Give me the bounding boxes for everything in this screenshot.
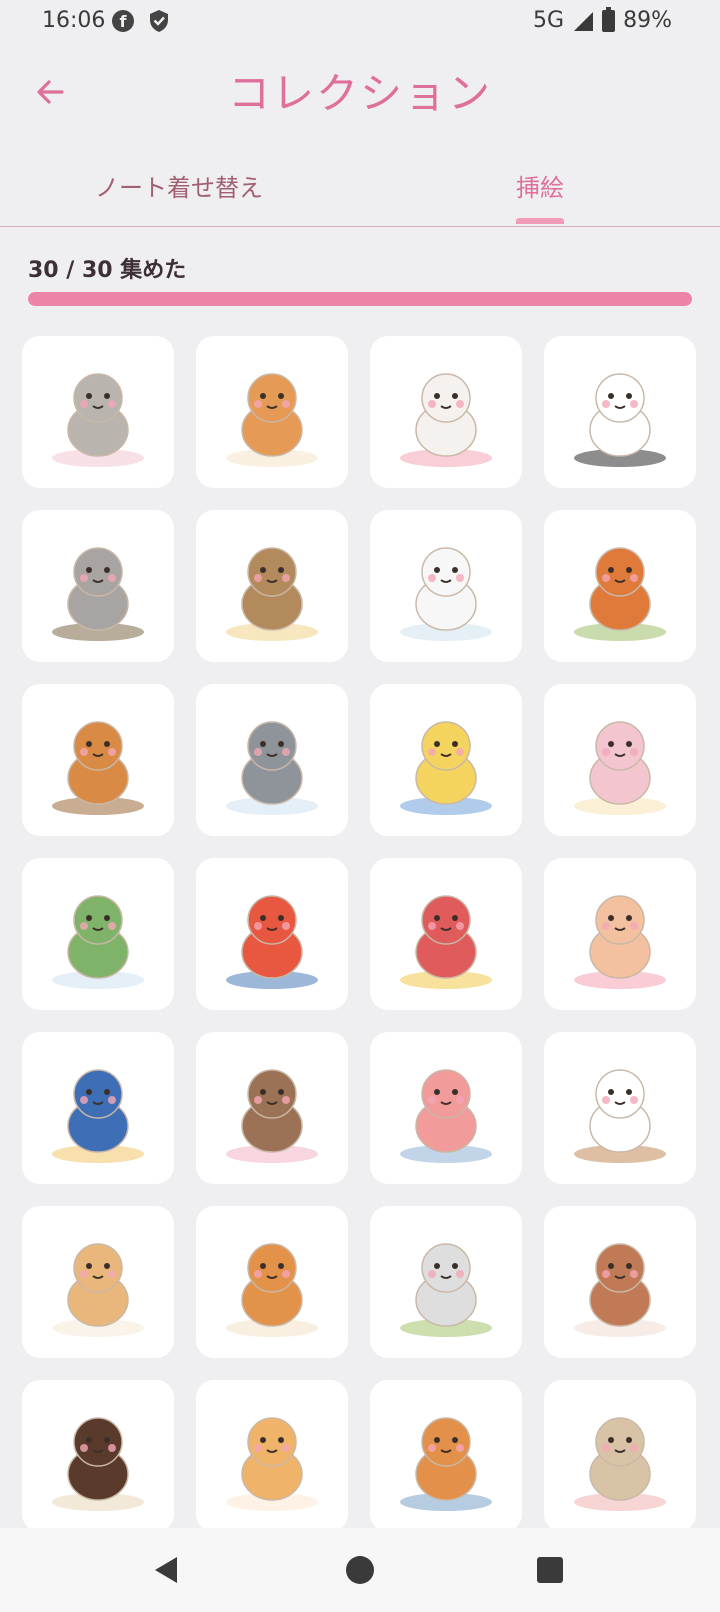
koala-on-branch-illustration (52, 547, 144, 641)
baby-sleeping-on-dinosaur-illustration (52, 895, 144, 989)
two-children-holding-hands-illustration (400, 1069, 492, 1163)
child-chef-with-cookie-illustration (574, 1069, 666, 1163)
collection-counter: 30 / 30 集めた (28, 258, 187, 283)
collection-progress-bar (28, 292, 692, 306)
facebook-icon: f (112, 10, 134, 32)
nav-back-button[interactable] (146, 1550, 186, 1590)
illustration-tile-koala-on-branch[interactable] (22, 510, 174, 662)
polar-bear-cub-illustration (400, 547, 492, 641)
system-nav-bar (0, 1528, 720, 1612)
illustration-tile-squirrel-with-acorn[interactable] (22, 684, 174, 836)
page-title: コレクション (227, 69, 492, 118)
girl-face-with-bows-illustration (574, 895, 666, 989)
illustration-tile-two-children-holding-hands[interactable] (370, 1032, 522, 1184)
illustration-tile-sleeping-poodle[interactable] (544, 1206, 696, 1358)
illustration-tile-child-in-toy-blocks[interactable] (370, 858, 522, 1010)
progress-fill (28, 292, 692, 306)
nav-recents-button[interactable] (530, 1550, 570, 1590)
notification-icons: f (112, 9, 170, 33)
triangle-back-icon (155, 1557, 177, 1583)
status-bar: 16:06 f 5G 89% (0, 0, 720, 44)
child-in-bear-costume-illustration (400, 721, 492, 815)
nav-home-button[interactable] (340, 1550, 380, 1590)
child-in-toy-blocks-illustration (400, 895, 492, 989)
circle-home-icon (346, 1556, 374, 1584)
bunny-with-flower-crown-illustration (400, 373, 492, 467)
panda-eating-bamboo-illustration (574, 373, 666, 467)
illustration-tile-boy-running-with-apple[interactable] (196, 858, 348, 1010)
square-recents-icon (537, 1557, 563, 1583)
signal-icon (574, 11, 594, 31)
baby-penguin-on-ice-illustration (226, 721, 318, 815)
battery-label: 89% (623, 8, 672, 33)
illustration-tile-panda-eating-bamboo[interactable] (544, 336, 696, 488)
illustration-tile-child-chef-with-cookie[interactable] (544, 1032, 696, 1184)
sleeping-golden-retriever-illustration (52, 1243, 144, 1337)
illustration-tile-shiba-dog-with-scarf[interactable] (196, 336, 348, 488)
network-label: 5G (533, 8, 565, 33)
girl-in-floral-dress-illustration (574, 721, 666, 815)
tab-indicator (516, 218, 564, 224)
illustration-grid (22, 336, 702, 1532)
illustration-tile-fluffy-pomeranian[interactable] (196, 1380, 348, 1532)
illustration-tile-corgi-napping-on-lap[interactable] (370, 1380, 522, 1532)
illustration-tile-girl-in-floral-dress[interactable] (544, 684, 696, 836)
boy-in-yukata-with-fan-illustration (52, 1069, 144, 1163)
app-bar: コレクション (0, 50, 720, 130)
illustration-tile-owl-with-moon-and-stars[interactable] (196, 510, 348, 662)
illustration-tile-dachshund-under-blanket[interactable] (22, 1380, 174, 1532)
illustration-tile-girl-hugging-puppy[interactable] (196, 1032, 348, 1184)
illustration-tile-boy-in-yukata-with-fan[interactable] (22, 1032, 174, 1184)
illustration-tile-french-bulldog-lying[interactable] (370, 1206, 522, 1358)
illustration-tile-sleeping-shiba[interactable] (196, 1206, 348, 1358)
illustration-tile-baby-sleeping-on-dinosaur[interactable] (22, 858, 174, 1010)
illustration-tile-pug-under-blanket[interactable] (544, 1380, 696, 1532)
dachshund-under-blanket-illustration (52, 1417, 144, 1511)
sleeping-shiba-illustration (226, 1243, 318, 1337)
status-time: 16:06 (42, 8, 106, 33)
pug-under-blanket-illustration (574, 1417, 666, 1511)
cat-on-cushion-illustration (52, 373, 144, 467)
status-right: 5G 89% (533, 6, 672, 33)
illustration-tile-cat-on-cushion[interactable] (22, 336, 174, 488)
shield-check-icon (150, 10, 168, 32)
owl-with-moon-and-stars-illustration (226, 547, 318, 641)
tab-note-skins[interactable]: ノート着せ替え (95, 168, 263, 203)
illustration-tile-sleeping-golden-retriever[interactable] (22, 1206, 174, 1358)
illustration-tile-polar-bear-cub[interactable] (370, 510, 522, 662)
fluffy-pomeranian-illustration (226, 1417, 318, 1511)
illustration-tile-child-in-bear-costume[interactable] (370, 684, 522, 836)
illustration-tile-sleeping-fox[interactable] (544, 510, 696, 662)
boy-running-with-apple-illustration (226, 895, 318, 989)
tab-illustrations[interactable]: 挿絵 (516, 168, 564, 203)
illustration-tile-bunny-with-flower-crown[interactable] (370, 336, 522, 488)
illustration-tile-girl-face-with-bows[interactable] (544, 858, 696, 1010)
sleeping-poodle-illustration (574, 1243, 666, 1337)
french-bulldog-lying-illustration (400, 1243, 492, 1337)
shiba-dog-with-scarf-illustration (226, 373, 318, 467)
illustration-tile-baby-penguin-on-ice[interactable] (196, 684, 348, 836)
battery-icon (602, 6, 616, 32)
corgi-napping-on-lap-illustration (400, 1417, 492, 1511)
girl-hugging-puppy-illustration (226, 1069, 318, 1163)
squirrel-with-acorn-illustration (52, 721, 144, 815)
sleeping-fox-illustration (574, 547, 666, 641)
tab-bar: ノート着せ替え 挿絵 (0, 150, 720, 227)
